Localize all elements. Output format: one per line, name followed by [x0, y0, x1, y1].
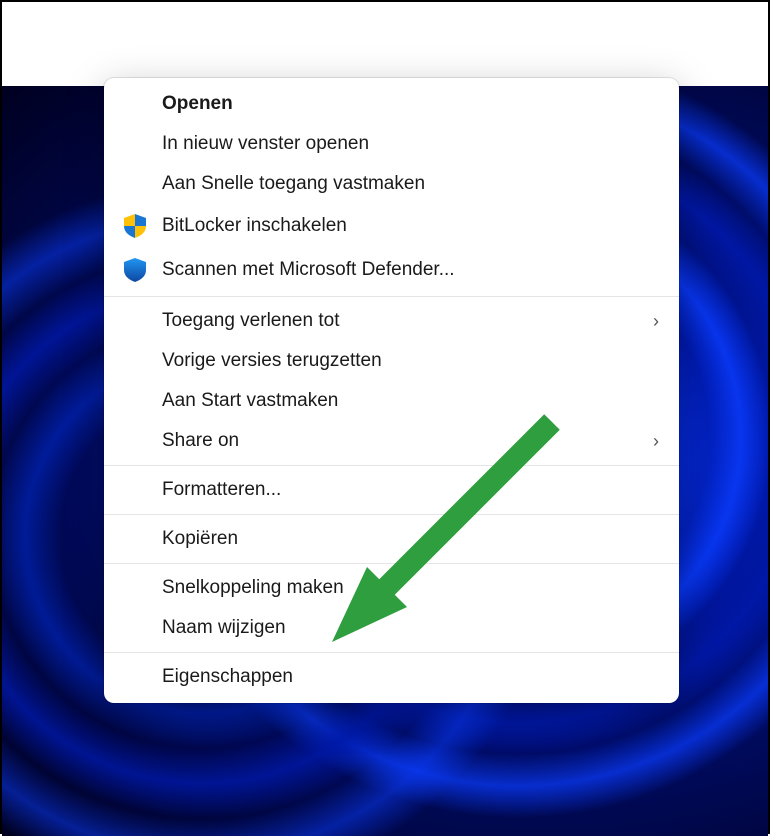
- menu-item-label: Aan Start vastmaken: [162, 390, 659, 412]
- menu-item-label: Share on: [162, 430, 653, 452]
- menu-item-grant-access[interactable]: Toegang verlenen tot›: [104, 301, 679, 341]
- menu-item-share-on[interactable]: Share on›: [104, 421, 679, 461]
- menu-item-bitlocker[interactable]: BitLocker inschakelen: [104, 204, 679, 248]
- menu-item-pin-quick-access[interactable]: Aan Snelle toegang vastmaken: [104, 164, 679, 204]
- menu-separator: [104, 652, 679, 653]
- menu-item-open-new-window[interactable]: In nieuw venster openen: [104, 124, 679, 164]
- top-whitespace: [2, 2, 768, 86]
- context-menu: Openen In nieuw venster openen Aan Snelle …: [104, 78, 679, 703]
- menu-item-label: Naam wijzigen: [162, 617, 659, 639]
- menu-separator: [104, 514, 679, 515]
- menu-item-label: Openen: [162, 93, 659, 115]
- menu-item-create-shortcut[interactable]: Snelkoppeling maken: [104, 568, 679, 608]
- menu-separator: [104, 296, 679, 297]
- chevron-right-icon: ›: [653, 431, 659, 452]
- menu-item-label: In nieuw venster openen: [162, 133, 659, 155]
- menu-item-defender-scan[interactable]: Scannen met Microsoft Defender...: [104, 248, 679, 292]
- menu-separator: [104, 465, 679, 466]
- menu-item-label: Toegang verlenen tot: [162, 310, 653, 332]
- menu-item-format[interactable]: Formatteren...: [104, 470, 679, 510]
- menu-item-label: Snelkoppeling maken: [162, 577, 659, 599]
- menu-item-copy[interactable]: Kopiëren: [104, 519, 679, 559]
- menu-item-label: Eigenschappen: [162, 666, 659, 688]
- uac-shield-icon: [122, 213, 148, 239]
- menu-item-restore-versions[interactable]: Vorige versies terugzetten: [104, 341, 679, 381]
- menu-separator: [104, 563, 679, 564]
- chevron-right-icon: ›: [653, 311, 659, 332]
- menu-item-label: BitLocker inschakelen: [162, 215, 659, 237]
- menu-item-properties[interactable]: Eigenschappen: [104, 657, 679, 697]
- menu-item-label: Kopiëren: [162, 528, 659, 550]
- menu-item-open[interactable]: Openen: [104, 84, 679, 124]
- menu-item-label: Scannen met Microsoft Defender...: [162, 259, 659, 281]
- menu-item-rename[interactable]: Naam wijzigen: [104, 608, 679, 648]
- menu-item-label: Aan Snelle toegang vastmaken: [162, 173, 659, 195]
- defender-shield-icon: [122, 257, 148, 283]
- menu-item-pin-start[interactable]: Aan Start vastmaken: [104, 381, 679, 421]
- menu-item-label: Vorige versies terugzetten: [162, 350, 659, 372]
- menu-item-label: Formatteren...: [162, 479, 659, 501]
